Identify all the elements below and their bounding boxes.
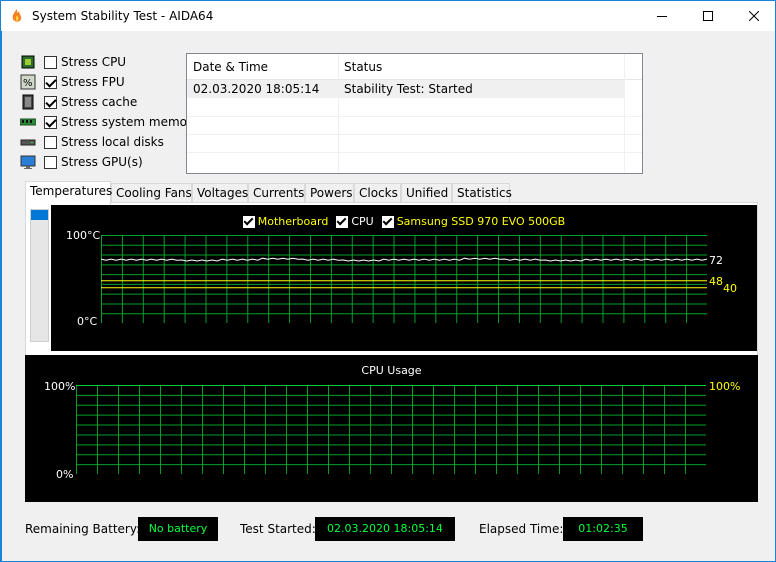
log-datetime-cell: 02.03.2020 18:05:14	[193, 82, 320, 96]
temperature-graph: Motherboard CPU Samsung SSD 970 EVO 500G…	[51, 205, 757, 351]
fpu-percent-icon: %	[20, 74, 36, 90]
tab-voltages[interactable]: Voltages	[192, 183, 248, 203]
stress-memory-checkbox[interactable]	[44, 115, 57, 129]
stress-cache-option[interactable]: Stress cache	[20, 93, 137, 111]
elapsed-time-label: Elapsed Time:	[479, 522, 564, 536]
graph-grid	[76, 385, 706, 474]
stress-gpu-label: Stress GPU(s)	[61, 155, 143, 169]
log-header: Date & Time Status	[187, 54, 642, 80]
cpu-temp-series	[101, 257, 707, 262]
title-bar[interactable]: System Stability Test - AIDA64	[0, 0, 776, 31]
temp-y-max-label: 100°C	[66, 229, 101, 242]
minimize-button[interactable]	[639, 1, 685, 31]
cache-chip-icon	[20, 94, 36, 110]
close-icon	[749, 11, 759, 21]
tab-cooling-fans[interactable]: Cooling Fans	[111, 183, 192, 203]
tab-powers[interactable]: Powers	[305, 183, 354, 203]
legend-motherboard-checkbox[interactable]	[242, 215, 255, 228]
stress-gpu-checkbox[interactable]	[44, 155, 57, 169]
legend-cpu-label: CPU	[351, 215, 374, 228]
test-started-label: Test Started:	[240, 522, 316, 536]
stress-fpu-label: Stress FPU	[61, 75, 125, 89]
monitor-icon	[20, 154, 36, 170]
stress-fpu-checkbox[interactable]	[44, 75, 57, 89]
stress-cache-checkbox[interactable]	[44, 95, 57, 109]
column-header-status[interactable]: Status	[344, 60, 382, 74]
stress-gpu-option[interactable]: Stress GPU(s)	[20, 153, 143, 171]
temperature-plot-area	[101, 235, 707, 323]
minimize-icon	[657, 16, 667, 17]
legend-item-motherboard[interactable]: Motherboard	[242, 215, 329, 228]
event-log-table[interactable]: Date & Time Status 02.03.2020 18:05:14 S…	[186, 53, 643, 174]
stress-memory-option[interactable]: Stress system memory	[19, 113, 200, 131]
cpu-graph-title: CPU Usage	[361, 364, 422, 377]
tab-currents[interactable]: Currents	[248, 183, 305, 203]
graph-grid	[101, 235, 707, 323]
window-title: System Stability Test - AIDA64	[32, 9, 214, 23]
cpu-y-max-label: 100%	[44, 380, 76, 393]
stress-disks-label: Stress local disks	[61, 135, 164, 149]
battery-value: No battery	[138, 517, 218, 541]
legend-motherboard-label: Motherboard	[257, 215, 329, 228]
table-row[interactable]: 02.03.2020 18:05:14 Stability Test: Star…	[187, 80, 625, 98]
tab-temperatures[interactable]: Temperatures	[25, 181, 112, 205]
memory-module-icon	[19, 114, 37, 130]
stress-fpu-option[interactable]: % Stress FPU	[20, 73, 125, 91]
stress-cpu-option[interactable]: Stress CPU	[20, 53, 126, 71]
cpu-plot-area	[76, 385, 706, 474]
tab-statistics[interactable]: Statistics	[452, 183, 512, 203]
stress-disks-option[interactable]: Stress local disks	[20, 133, 164, 151]
stress-disks-checkbox[interactable]	[44, 135, 57, 149]
window-client-area: Stress CPU % Stress FPU Stress cache Str…	[1, 31, 775, 561]
stress-cache-label: Stress cache	[61, 95, 138, 109]
cpu-usage-graph: CPU Usage 100% 0% 100%	[25, 355, 758, 502]
maximize-icon	[703, 11, 713, 21]
tab-clocks[interactable]: Clocks	[354, 183, 401, 203]
svg-text:%: %	[23, 78, 33, 89]
test-started-value: 02.03.2020 18:05:14	[315, 517, 455, 541]
log-status-cell: Stability Test: Started	[344, 82, 473, 96]
elapsed-time-value: 01:02:35	[563, 517, 643, 541]
aida64-flame-icon	[9, 8, 25, 24]
cpu-chip-icon	[20, 54, 36, 70]
close-button[interactable]	[731, 1, 776, 31]
tab-unified[interactable]: Unified	[401, 183, 452, 203]
cpu-temp-value: 72	[709, 254, 723, 267]
legend-item-ssd[interactable]: Samsung SSD 970 EVO 500GB	[381, 215, 566, 228]
sensor-list-scrollbar[interactable]	[30, 209, 49, 342]
legend-cpu-checkbox[interactable]	[336, 215, 349, 228]
legend-item-cpu[interactable]: CPU	[336, 215, 374, 228]
legend-ssd-checkbox[interactable]	[381, 215, 394, 228]
stress-cpu-checkbox[interactable]	[44, 55, 57, 69]
legend-ssd-label: Samsung SSD 970 EVO 500GB	[396, 215, 566, 228]
stress-cpu-label: Stress CPU	[61, 55, 127, 69]
cpu-y-min-label: 0%	[56, 468, 74, 481]
disk-drive-icon	[20, 134, 36, 150]
battery-label: Remaining Battery:	[25, 522, 141, 536]
cpu-usage-value: 100%	[709, 380, 741, 393]
motherboard-temp-value: 40	[723, 282, 737, 295]
stress-memory-label: Stress system memory	[61, 115, 200, 129]
scrollbar-thumb[interactable]	[31, 210, 48, 220]
column-header-datetime[interactable]: Date & Time	[193, 60, 268, 74]
ssd-temp-value: 48	[709, 275, 723, 288]
temperature-legend: Motherboard CPU Samsung SSD 970 EVO 500G…	[51, 215, 757, 228]
maximize-button[interactable]	[685, 1, 731, 31]
temp-y-min-label: 0°C	[77, 315, 98, 328]
